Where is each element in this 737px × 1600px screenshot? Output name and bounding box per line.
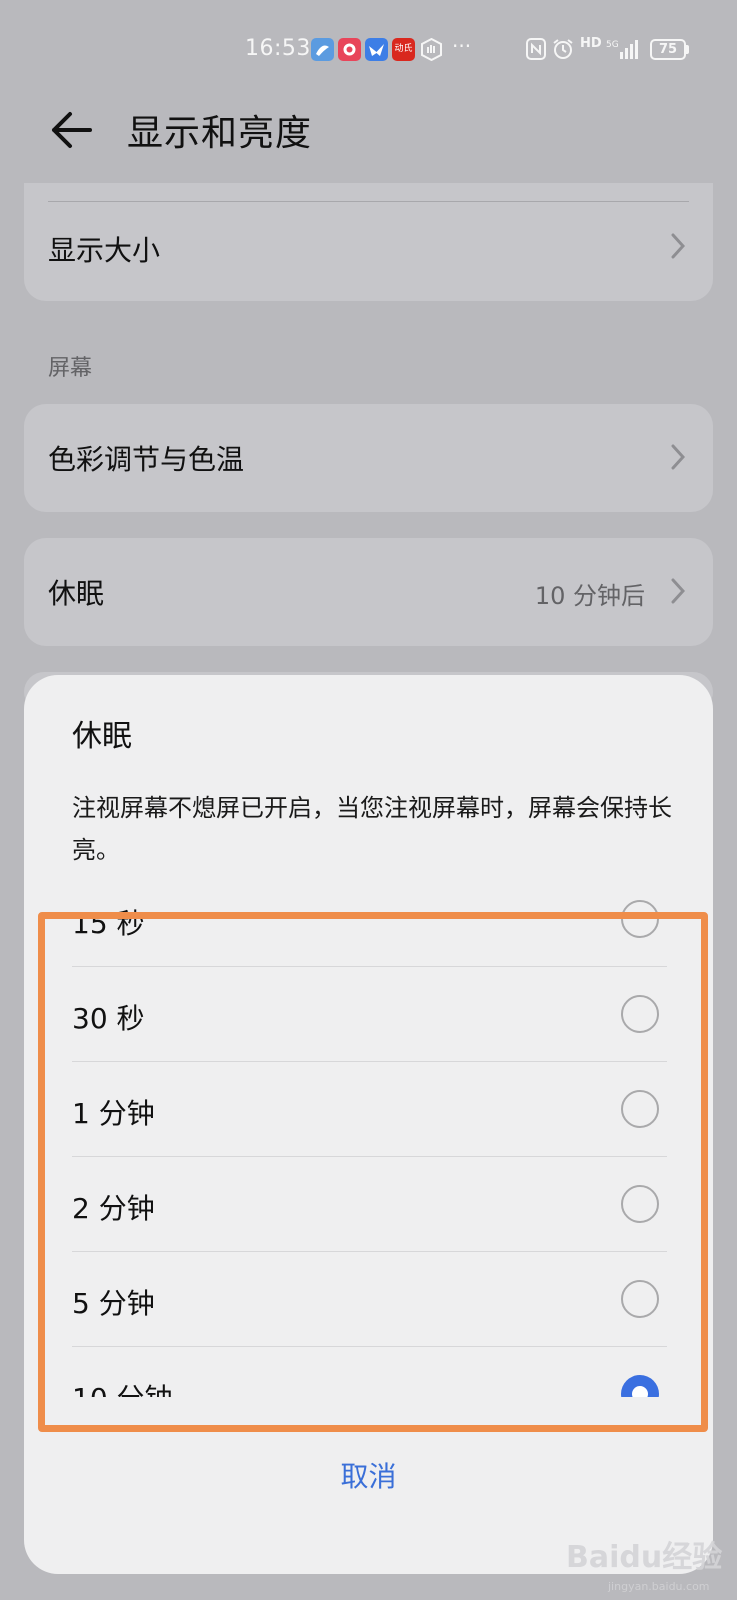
status-time: 16:53 (245, 36, 311, 61)
hand-icon (420, 37, 443, 62)
watermark-brand: Baidu经验 (566, 1540, 722, 1575)
app-notification-icon: 动氏 (392, 38, 415, 61)
baidu-jingyan-watermark: Baidu经验 (566, 1525, 726, 1585)
alarm-icon (552, 38, 574, 60)
hd-icon: HD (580, 36, 602, 51)
color-temperature-card[interactable]: 色彩调节与色温 (24, 404, 713, 512)
annotation-highlight-box (38, 912, 708, 1432)
back-arrow-icon[interactable] (48, 108, 96, 152)
watermark-url: jingyan.baidu.com (608, 1580, 710, 1593)
app-notification-icon (311, 38, 334, 61)
sleep-card[interactable]: 休眠 10 分钟后 (24, 538, 713, 646)
dialog-title: 休眠 (72, 719, 132, 754)
status-bar: 16:53 动氏 ··· HD 5G 75 (0, 0, 737, 100)
sleep-value: 10 分钟后 (534, 582, 645, 610)
svg-text:5G: 5G (606, 40, 619, 50)
display-size-label: 显示大小 (48, 234, 161, 267)
page-title: 显示和亮度 (127, 113, 313, 154)
divider (48, 201, 689, 202)
section-header-screen: 屏幕 (48, 356, 93, 381)
battery-tip (686, 45, 689, 54)
chevron-right-icon (671, 444, 686, 470)
more-notifications-icon: ··· (452, 34, 472, 58)
sleep-label: 休眠 (48, 577, 105, 610)
signal-icon: 5G (606, 38, 640, 60)
battery-icon: 75 (650, 39, 686, 60)
nfc-icon (526, 38, 546, 60)
color-temperature-label: 色彩调节与色温 (48, 443, 245, 476)
app-notification-icon (365, 38, 388, 61)
chevron-right-icon (671, 578, 686, 604)
app-notification-icon (338, 38, 361, 61)
display-size-card[interactable]: 显示大小 (24, 183, 713, 301)
dialog-description: 注视屏幕不熄屏已开启，当您注视屏幕时，屏幕会保持长亮。 (72, 794, 672, 864)
chevron-right-icon (671, 233, 686, 259)
cancel-button[interactable]: 取消 (24, 1455, 713, 1495)
